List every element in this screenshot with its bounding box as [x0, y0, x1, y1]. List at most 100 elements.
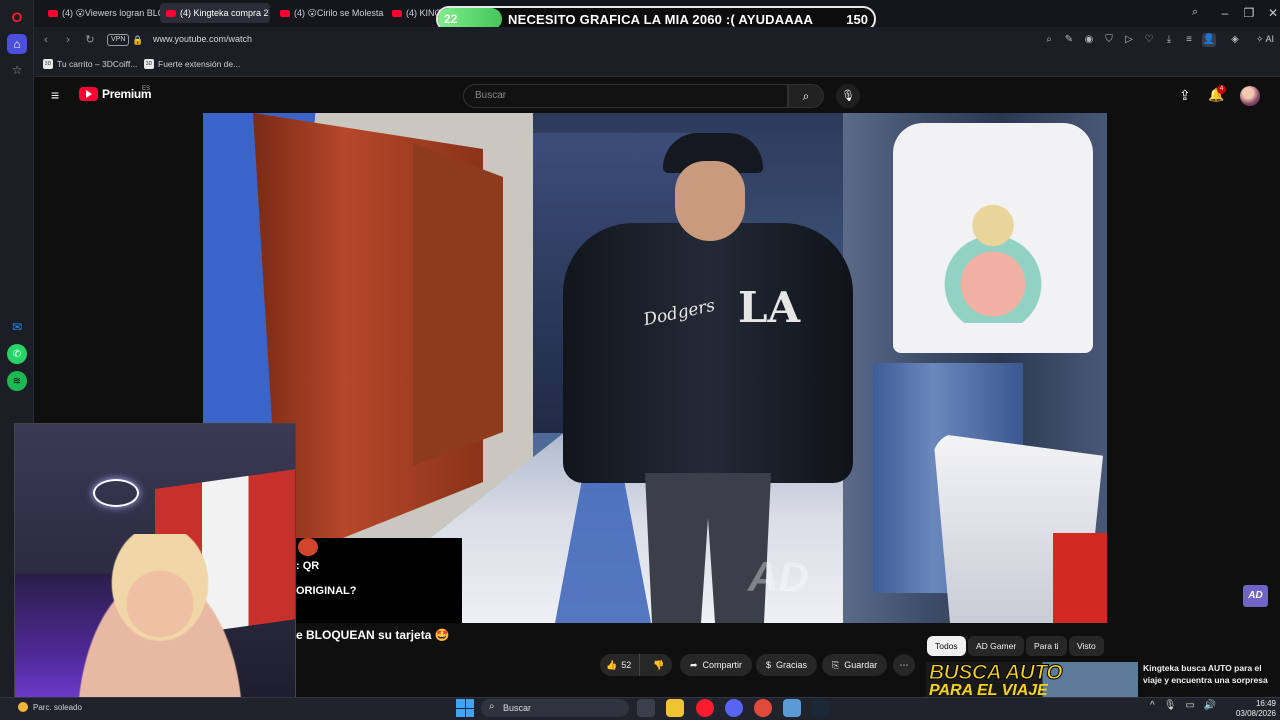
app-icon[interactable] — [754, 699, 772, 717]
youtube-logo[interactable]: Premium — [79, 87, 152, 101]
chip-watched[interactable]: Visto — [1069, 636, 1104, 656]
like-button[interactable]: 👍 52 — [600, 654, 641, 676]
microphone-icon: 🎙 — [841, 90, 855, 102]
pinboard-star-icon[interactable]: ☆ — [7, 60, 27, 80]
tab-0[interactable]: (4) 😮Viewers logran BLO — [42, 3, 160, 23]
minimize-icon[interactable]: – — [1215, 4, 1235, 22]
messenger-icon[interactable]: ✉ — [7, 317, 27, 337]
camera-icon[interactable]: ◉ — [1082, 33, 1096, 47]
webcam-neon-planet-icon — [93, 479, 139, 507]
chip-ad-gamer[interactable]: AD Gamer — [968, 636, 1025, 656]
opera-logo-icon[interactable]: O — [7, 7, 27, 27]
chip-all[interactable]: Todos — [927, 636, 966, 656]
bookmarks-bar: 3D Tu carrito – 3DCoiff... 3D Fuerte ext… — [34, 53, 1280, 77]
opera-taskbar-icon[interactable] — [696, 699, 714, 717]
goal-text: NECESITO GRAFICA LA MIA 2060 :( AYUDAAAA — [508, 12, 814, 27]
voice-search-button[interactable]: 🎙 — [836, 84, 860, 108]
volume-icon[interactable]: 🔊 — [1204, 700, 1216, 711]
stream-chat-overlay: : QR ORIGINAL? — [296, 538, 462, 623]
weather-widget[interactable]: Parc. soleado — [18, 702, 82, 712]
heart-icon[interactable]: ♡ — [1142, 33, 1156, 47]
bookmark-favicon-icon: 3D — [43, 59, 53, 69]
file-explorer-icon[interactable] — [666, 699, 684, 717]
chat-message-bottom: e BLOQUEAN su tarjeta 🤩 — [296, 628, 450, 642]
bookmark-0[interactable]: 3D Tu carrito – 3DCoiff... — [43, 59, 137, 69]
clock-time[interactable]: 16:49 — [1240, 699, 1276, 708]
bookmark-1[interactable]: 3D Fuerte extensión de... — [144, 59, 240, 69]
edit-icon[interactable]: ✎ — [1062, 33, 1076, 47]
more-actions-button[interactable]: ⋯ — [893, 654, 915, 676]
dislike-button[interactable]: 👎 — [645, 660, 672, 671]
account-avatar[interactable] — [1240, 86, 1260, 106]
restore-icon[interactable]: ❐ — [1239, 4, 1259, 22]
like-count: 52 — [621, 660, 632, 670]
thumbnail-headline: BUSCA AUTO — [928, 662, 1063, 684]
goal-current: 22 — [444, 12, 458, 26]
search-input[interactable]: Buscar — [463, 84, 788, 108]
menu-icon[interactable]: ≡ — [1182, 33, 1196, 47]
streamer-webcam — [14, 423, 296, 708]
search-icon: ⌕ — [802, 89, 810, 103]
play-icon[interactable]: ▷ — [1122, 33, 1136, 47]
more-horizontal-icon: ⋯ — [899, 659, 909, 670]
close-icon[interactable]: ✕ — [1263, 4, 1280, 22]
recommendation-thumbnail[interactable]: BUSCA AUTO PARA EL VIAJE — [926, 662, 1138, 697]
save-button[interactable]: ⎘ Guardar — [822, 654, 888, 676]
url-field[interactable]: www.youtube.com/watch — [153, 34, 252, 44]
notification-count-badge: 4 — [1217, 85, 1226, 94]
shield-icon[interactable]: ⛉ — [1102, 33, 1116, 47]
home-icon[interactable]: ⌂ — [7, 34, 27, 54]
network-icon[interactable]: ▭ — [1185, 700, 1194, 711]
clock-date[interactable]: 03/08/2026 — [1226, 709, 1276, 718]
video-scene-person: Dodgers LA — [563, 133, 853, 623]
thumbs-down-icon: 👎 — [653, 659, 665, 670]
weather-label: Parc. soleado — [33, 702, 82, 712]
vpn-badge[interactable]: VPN — [107, 34, 130, 46]
wallet-icon[interactable]: ◈ — [1228, 33, 1242, 47]
share-label: Compartir — [702, 660, 743, 670]
lock-icon[interactable]: 🔒 — [130, 32, 146, 48]
discord-icon[interactable] — [725, 699, 743, 717]
tab-1[interactable]: (4) Kingteka compra 2 iPh — [160, 3, 270, 23]
settings-icon[interactable] — [783, 699, 801, 717]
youtube-favicon-icon — [48, 9, 58, 17]
download-icon[interactable]: ⤓ — [1162, 33, 1176, 47]
back-icon[interactable]: ‹ — [38, 32, 54, 48]
profile-icon[interactable]: 👤 — [1202, 33, 1216, 47]
start-button[interactable] — [456, 699, 474, 717]
search-icon: ⌕ — [489, 701, 495, 712]
tab-label: (4) Kingteka compra 2 iPh — [180, 8, 270, 18]
tab-2[interactable]: (4) 😮Cirilo se Molesta po — [274, 3, 384, 23]
video-scene-shirt-print — [938, 193, 1048, 323]
create-upload-icon[interactable]: ⇪ — [1179, 87, 1191, 104]
hamburger-menu-icon[interactable]: ≡ — [51, 88, 65, 102]
chip-for-you[interactable]: Para ti — [1026, 636, 1067, 656]
share-button[interactable]: ➦ Compartir — [680, 654, 753, 676]
search-icon[interactable]: ⌕ — [1042, 33, 1056, 47]
spotify-icon[interactable]: ≋ — [7, 371, 27, 391]
tray-expand-icon[interactable]: ^ — [1150, 700, 1155, 711]
bookmark-save-icon: ⎘ — [832, 659, 840, 670]
youtube-favicon-icon — [392, 9, 402, 17]
whatsapp-icon[interactable]: ✆ — [7, 344, 27, 364]
steam-icon[interactable] — [812, 699, 830, 717]
recommendation-title[interactable]: Kingteka busca AUTO para el viaje y encu… — [1143, 662, 1278, 697]
aria-ai-button[interactable]: ✧ AI — [1256, 34, 1274, 45]
taskbar-search[interactable]: Buscar — [481, 699, 629, 717]
video-scene-door — [413, 143, 503, 466]
thanks-button[interactable]: $ Gracias — [756, 654, 818, 676]
sun-icon — [18, 702, 28, 712]
forward-icon[interactable]: › — [60, 32, 76, 48]
microphone-icon[interactable]: 🎙 — [1164, 700, 1177, 711]
search-button[interactable]: ⌕ — [788, 84, 824, 108]
reload-icon[interactable]: ↻ — [82, 32, 98, 48]
address-bar: ‹ › ↻ VPN 🔒 www.youtube.com/watch ⌕ ✎ ◉ … — [34, 27, 1280, 53]
chat-user-avatar — [298, 538, 318, 556]
bookmark-favicon-icon: 3D — [144, 59, 154, 69]
super-thanks-icon: $ — [766, 660, 772, 670]
channel-watermark-icon[interactable]: AD — [1243, 585, 1268, 607]
thanks-label: Gracias — [776, 660, 808, 670]
task-view-icon[interactable] — [637, 699, 655, 717]
bookmark-label: Tu carrito – 3DCoiff... — [57, 59, 138, 69]
tab-search-icon[interactable]: ⌕ — [1192, 6, 1198, 19]
